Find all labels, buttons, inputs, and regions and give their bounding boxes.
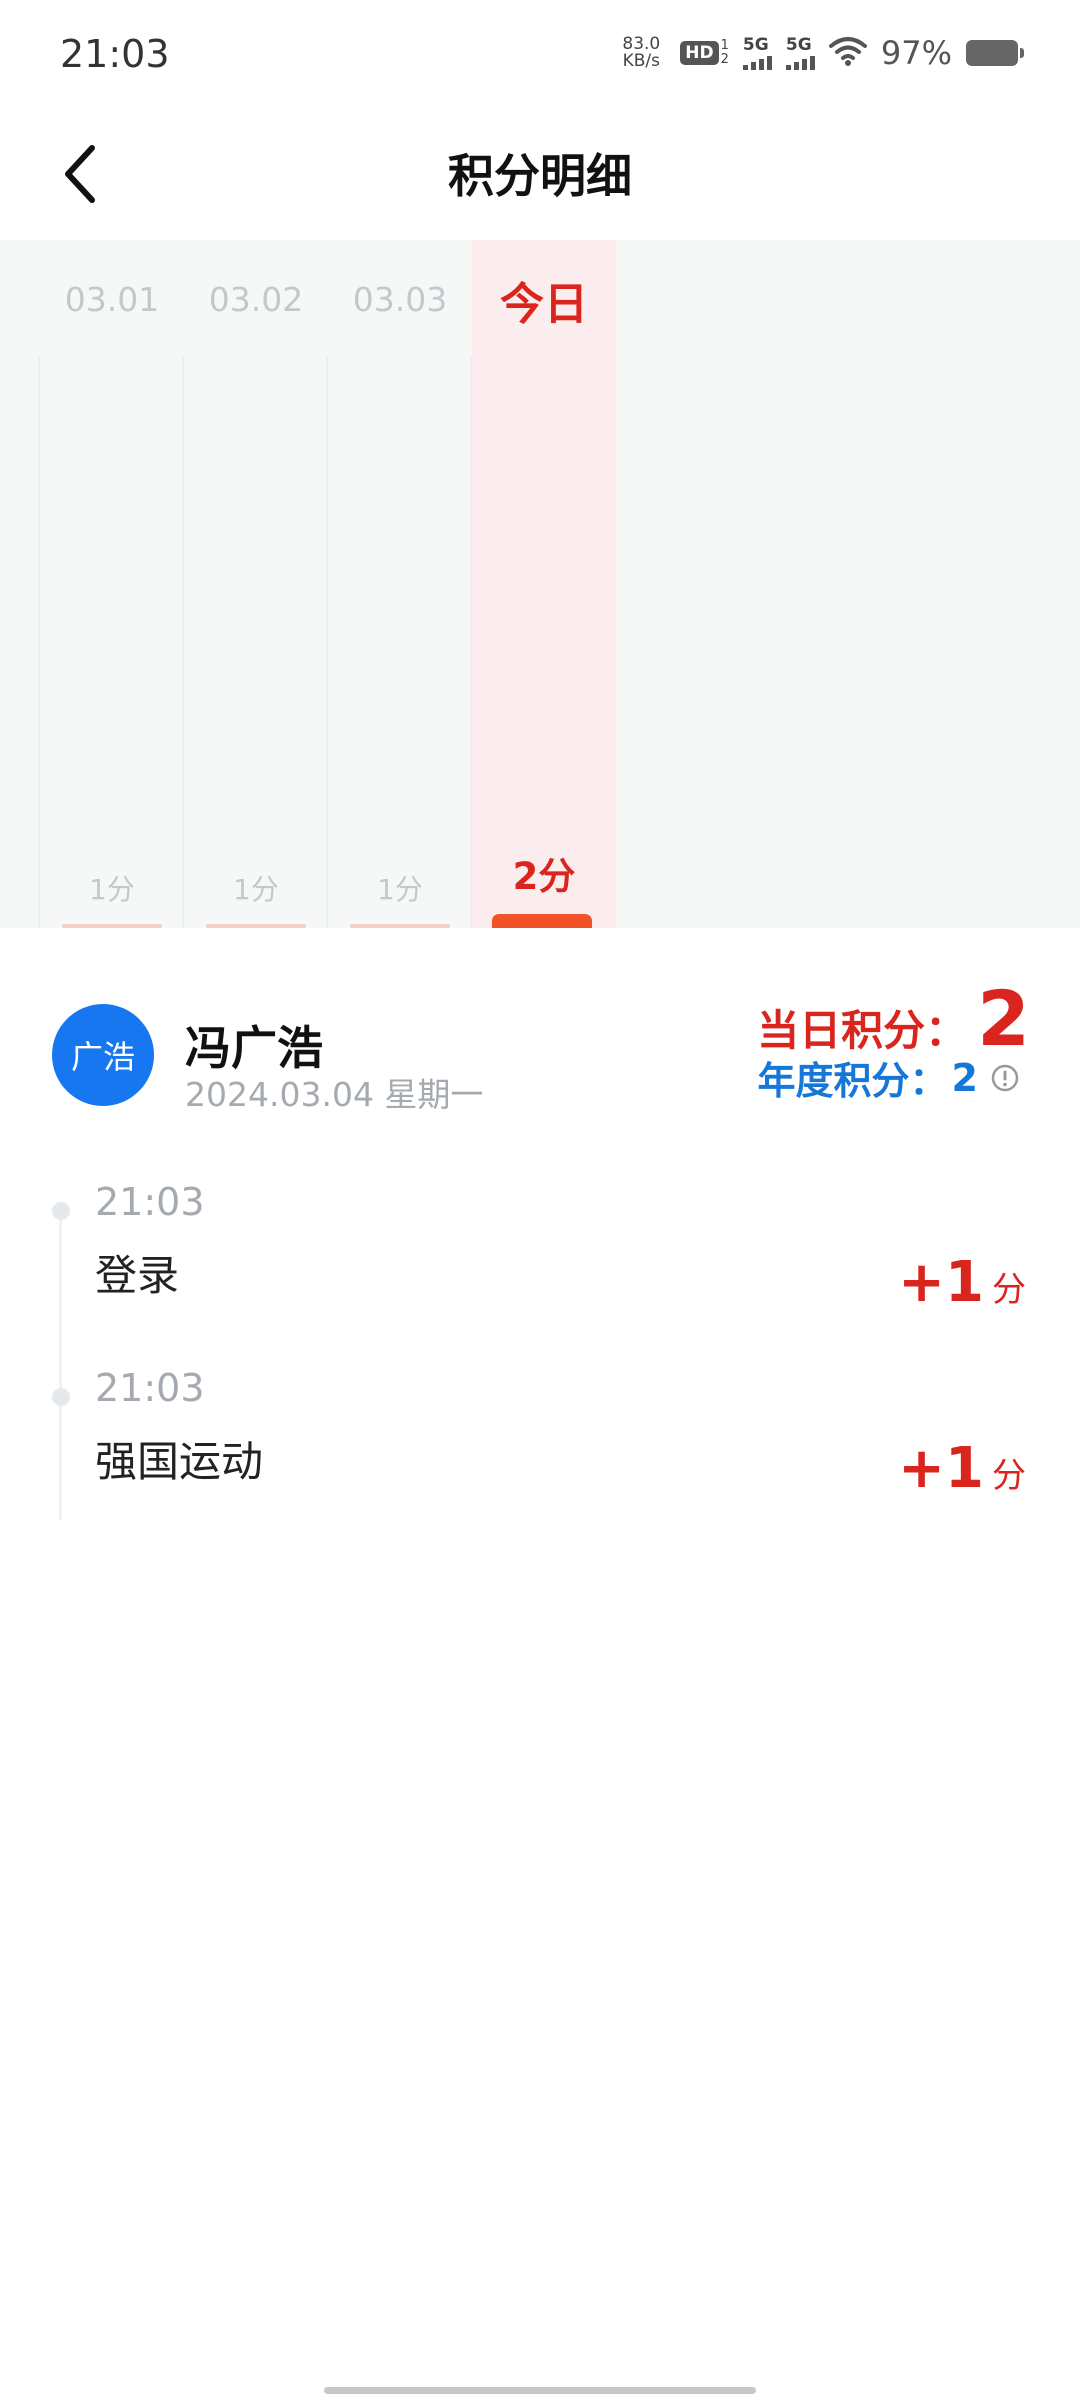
avatar: 广浩 [52, 1004, 154, 1106]
status-bar: 21:03 83.0 KB/s HD 1 2 5G 5G 97% [0, 0, 1080, 110]
day-column[interactable]: 9 [0, 240, 40, 928]
signal-bars-icon [785, 54, 815, 70]
day-label: 9 [0, 280, 40, 319]
info-circle-icon[interactable] [990, 1063, 1020, 1093]
user-summary: 广浩 冯广浩 2024.03.04 星期一 当日积分： 2 年度积分： 2 [0, 928, 1080, 1128]
annual-points: 年度积分： 2 [758, 1050, 1020, 1105]
entry-points-unit: 分 [992, 1456, 1026, 1496]
entry-description: 登录 [95, 1251, 180, 1300]
day-score-label: 1分 [233, 873, 279, 906]
daily-points-label: 当日积分： [757, 1006, 968, 1055]
day-column[interactable]: 03.02 1分 [184, 240, 328, 928]
day-label: 03.03 [352, 280, 448, 319]
status-time: 21:03 [60, 32, 170, 76]
day-label: 03.01 [64, 280, 160, 319]
network-speed: 83.0 KB/s [622, 36, 660, 70]
status-icons: 83.0 KB/s HD 1 2 5G 5G 97% [622, 34, 1024, 72]
battery-percent: 97% [880, 34, 952, 72]
day-label: 03.02 [208, 280, 304, 319]
day-score-label: 2分 [512, 855, 576, 898]
timeline-entry: 21:03 强国运动 +1 分 [0, 1366, 1080, 1552]
entry-description: 强国运动 [95, 1437, 264, 1486]
timeline-entry: 21:03 登录 +1 分 [0, 1180, 1080, 1366]
day-column[interactable]: 03.03 1分 [328, 240, 472, 928]
hd-sub-bottom: 2 [720, 52, 729, 67]
entry-points-value: +1 [898, 1250, 984, 1315]
entry-points: +1 分 [898, 1250, 1026, 1315]
annual-points-value: 2 [951, 1055, 978, 1100]
home-indicator[interactable] [324, 2387, 756, 2394]
entry-points-unit: 分 [992, 1270, 1026, 1310]
hd-sub: 1 2 [721, 39, 729, 67]
day-score-bar [492, 914, 592, 928]
header: 积分明细 [0, 110, 1080, 240]
day-score-label: 1分 [377, 873, 423, 906]
selected-date: 2024.03.04 星期一 [185, 1075, 484, 1114]
timeline-dot [52, 1202, 70, 1220]
annual-points-label: 年度积分： [757, 1059, 948, 1103]
daily-points-chart[interactable]: 9 03.01 1分 03.02 1分 03.03 1分 今日 2分 [0, 240, 1080, 928]
signal-bars-icon [742, 54, 772, 70]
entry-time: 21:03 [95, 1366, 205, 1410]
entry-points-value: +1 [898, 1436, 984, 1501]
hd-label: HD [680, 41, 719, 65]
hd-voice-icon: HD 1 2 [680, 39, 729, 67]
points-timeline: 21:03 登录 +1 分 21:03 强国运动 +1 分 [0, 1180, 1080, 1540]
wifi-icon [828, 36, 867, 70]
entry-points: +1 分 [898, 1436, 1026, 1501]
battery-icon [966, 40, 1024, 66]
network-speed-unit: KB/s [622, 51, 661, 71]
signal-sim2-icon: 5G [785, 35, 815, 70]
day-score-label: 1分 [89, 873, 135, 906]
page-title: 积分明细 [448, 149, 632, 203]
hd-sub-top: 1 [720, 38, 729, 53]
day-label: 今日 [500, 279, 588, 330]
day-column-today[interactable]: 今日 2分 [472, 240, 616, 928]
entry-time: 21:03 [95, 1180, 205, 1224]
signal-sim1-icon: 5G [742, 35, 772, 70]
timeline-dot [52, 1388, 70, 1406]
day-column[interactable]: 03.01 1分 [40, 240, 184, 928]
sim2-label: 5G [785, 35, 812, 55]
sim1-label: 5G [742, 35, 769, 55]
